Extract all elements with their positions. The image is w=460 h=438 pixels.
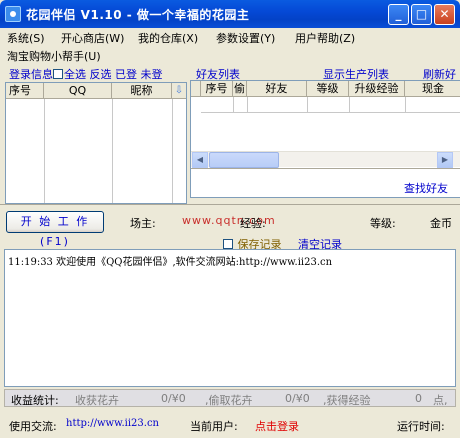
column-spacer	[191, 81, 201, 97]
column-steal[interactable]: 偷	[233, 81, 247, 97]
grid-line	[172, 99, 173, 203]
logged-in-filter-link[interactable]: 已登	[115, 68, 137, 81]
left-panel-toolbar: 登录信息 全选 反选 已登 未登	[9, 66, 163, 81]
app-icon	[5, 6, 21, 22]
login-link[interactable]: 点击登录	[255, 418, 299, 434]
column-index[interactable]: 序号	[6, 83, 44, 99]
website-link[interactable]: http://www.ii23.cn	[66, 418, 159, 429]
exp-gain-label: ,获得经验	[323, 394, 371, 407]
exp-gain-value: 0	[415, 392, 422, 405]
exchange-label: 使用交流:	[9, 420, 57, 433]
menu-taobao-helper[interactable]: 淘宝购物小帮手(U)	[7, 48, 101, 64]
grid-line	[233, 97, 234, 113]
grid-line	[112, 99, 113, 203]
scrollbar-thumb[interactable]	[209, 152, 279, 168]
menu-system[interactable]: 系统(S)	[7, 30, 45, 46]
not-logged-filter-link[interactable]: 未登	[141, 68, 163, 81]
save-record-checkbox[interactable]	[223, 239, 233, 249]
stats-label: 收益统计:	[11, 394, 59, 407]
divider	[191, 168, 460, 169]
grid-line	[44, 99, 45, 203]
stats-bar: 收益统计: 收获花卉 0/¥0 ,偷取花卉 0/¥0 ,获得经验 0 点,	[4, 389, 456, 407]
points-suffix: 点,	[433, 394, 448, 407]
scroll-right-icon[interactable]: ▶	[437, 152, 453, 168]
window-title: 花园伴侣 V1.10 - 做一个幸福的花园主	[26, 8, 250, 22]
account-list-header: 序号 QQ 昵称 ⇩	[6, 83, 186, 99]
grid-line	[349, 97, 350, 113]
friend-list-row[interactable]	[201, 97, 460, 113]
sort-arrow-icon[interactable]: ⇩	[172, 83, 186, 99]
column-cash[interactable]: 现金	[405, 81, 460, 97]
column-index[interactable]: 序号	[201, 81, 233, 97]
harvest-label: 收获花卉	[75, 394, 119, 407]
runtime-label: 运行时间:	[397, 420, 445, 433]
title-bar[interactable]: 花园伴侣 V1.10 - 做一个幸福的花园主 _ □ ✕	[0, 0, 460, 28]
current-user-label: 当前用户:	[190, 420, 238, 433]
menu-warehouse[interactable]: 我的仓库(X)	[138, 30, 198, 46]
friend-list-header: 序号 偷 好友 等级 升级经验 现金	[191, 81, 460, 97]
menu-bar-row-2: 淘宝购物小帮手(U)	[0, 46, 460, 64]
menu-help[interactable]: 用户帮助(Z)	[295, 30, 355, 46]
close-button[interactable]: ✕	[434, 4, 455, 25]
column-nickname[interactable]: 昵称	[112, 83, 172, 99]
friend-list-scrollbar[interactable]: ◀ ▶	[191, 151, 460, 168]
minimize-button[interactable]: _	[388, 4, 409, 25]
steal-value: 0/¥0	[285, 392, 310, 405]
status-bar: 使用交流: http://www.ii23.cn 当前用户: 点击登录 运行时间…	[0, 412, 460, 438]
find-friend-link[interactable]: 查找好友	[404, 180, 448, 196]
select-all-label[interactable]: 全选	[64, 68, 86, 81]
grid-line	[405, 97, 406, 113]
level-label: 等级:	[370, 217, 396, 230]
start-work-button[interactable]: 开 始 工 作(F1)	[6, 211, 104, 248]
divider	[0, 204, 460, 205]
cash-label: 金币	[430, 217, 452, 230]
grid-line	[247, 97, 248, 113]
column-qq[interactable]: QQ	[44, 83, 112, 99]
menu-bar: 系统(S) 开心商店(W) 我的仓库(X) 参数设置(Y) 用户帮助(Z)	[0, 28, 460, 46]
column-level[interactable]: 等级	[307, 81, 349, 97]
column-friend[interactable]: 好友	[247, 81, 307, 97]
grid-line	[307, 97, 308, 113]
harvest-value: 0/¥0	[161, 392, 186, 405]
maximize-button[interactable]: □	[411, 4, 432, 25]
refresh-friends-link[interactable]: 刷新好	[423, 66, 460, 80]
scroll-left-icon[interactable]: ◀	[192, 152, 208, 168]
account-list[interactable]: 序号 QQ 昵称 ⇩	[5, 82, 187, 204]
select-all-checkbox[interactable]	[53, 69, 63, 79]
log-panel[interactable]: 11:19:33 欢迎使用《QQ花园伴侣》,软件交流网站:http://www.…	[4, 249, 456, 387]
invert-selection-link[interactable]: 反选	[90, 68, 112, 81]
show-production-list-link[interactable]: 显示生产列表	[323, 66, 389, 81]
friend-list-title: 好友列表	[196, 68, 240, 81]
exp-label: 经验:	[240, 217, 266, 230]
menu-settings[interactable]: 参数设置(Y)	[216, 30, 275, 46]
owner-label: 场主:	[130, 217, 156, 230]
menu-shop[interactable]: 开心商店(W)	[61, 30, 124, 46]
steal-label: ,偷取花卉	[205, 394, 253, 407]
login-info-link[interactable]: 登录信息	[9, 68, 53, 81]
column-upgrade-exp[interactable]: 升级经验	[349, 81, 405, 97]
log-line: 11:19:33 欢迎使用《QQ花园伴侣》,软件交流网站:http://www.…	[8, 257, 333, 268]
